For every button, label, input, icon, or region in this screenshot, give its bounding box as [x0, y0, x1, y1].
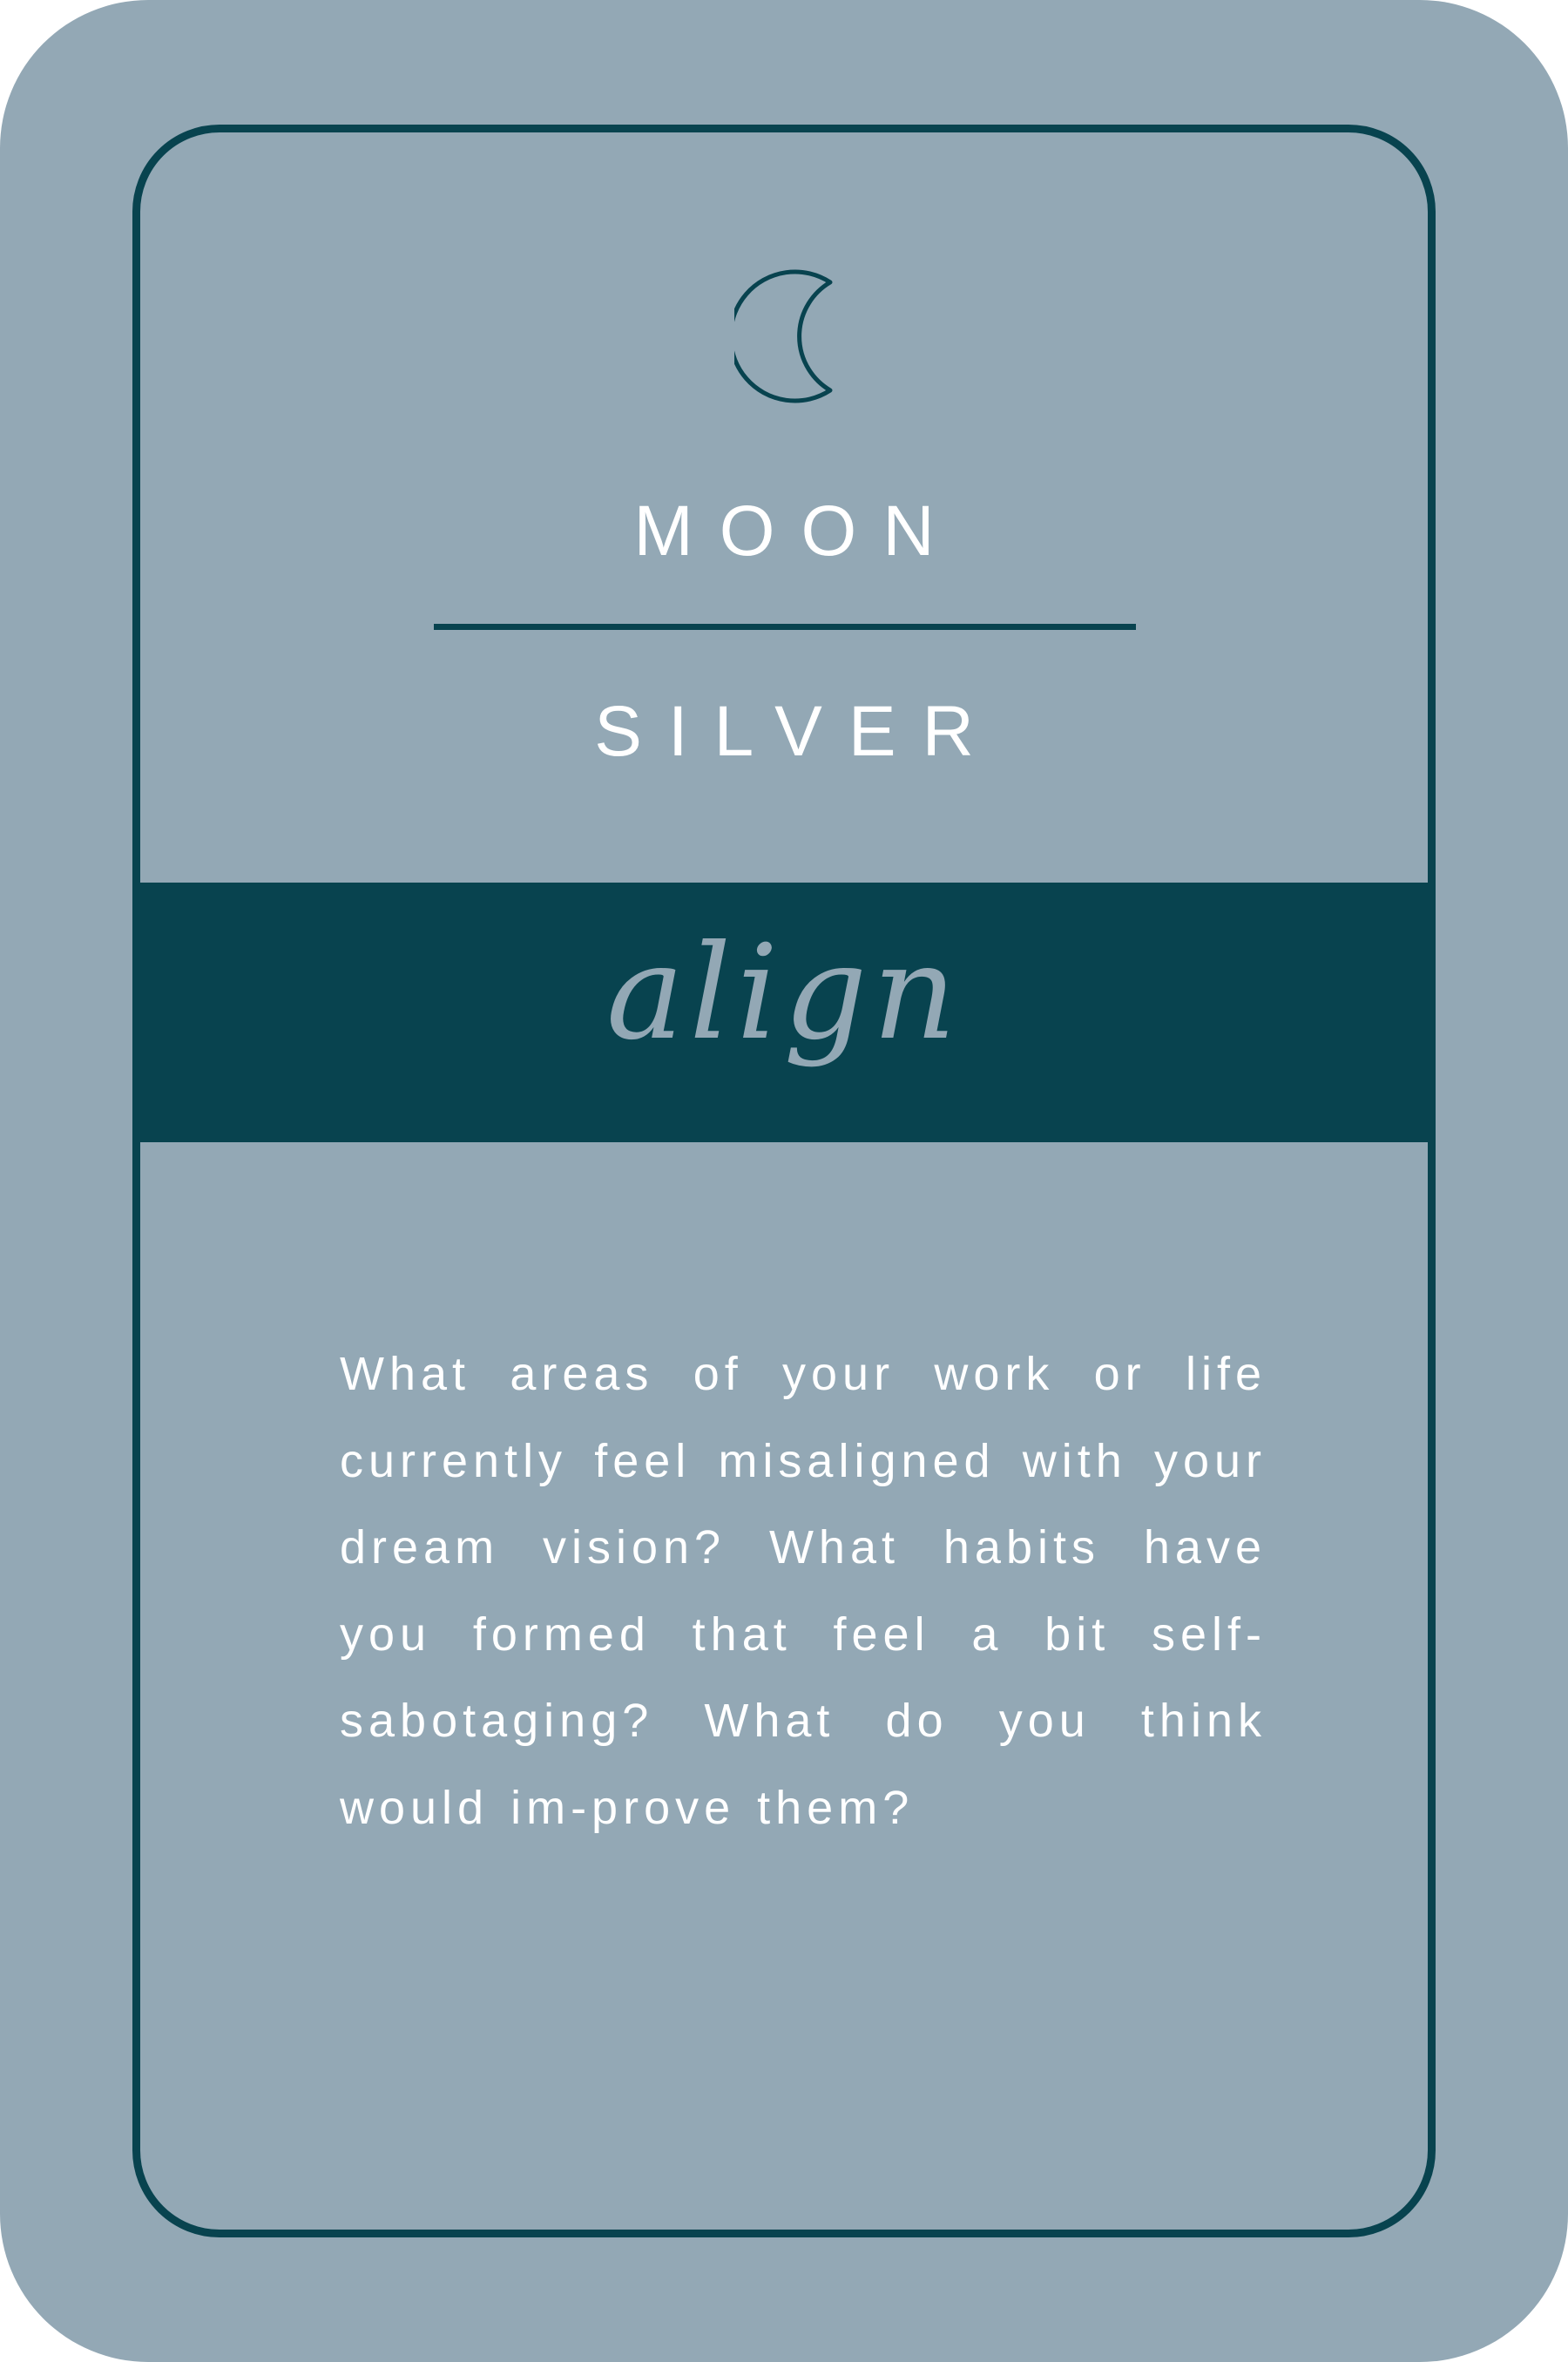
theme-word: align — [605, 917, 962, 1069]
card-prompt: What areas of your work or life currentl… — [340, 1348, 1267, 1834]
card-title: MOON — [633, 491, 961, 571]
title-divider — [434, 624, 1136, 630]
card-subtitle: SILVER — [594, 692, 1000, 771]
oracle-card: MOON SILVER align What areas of your wor… — [0, 0, 1568, 2362]
crescent-moon-icon — [734, 269, 833, 403]
card-frame — [132, 125, 1436, 2237]
